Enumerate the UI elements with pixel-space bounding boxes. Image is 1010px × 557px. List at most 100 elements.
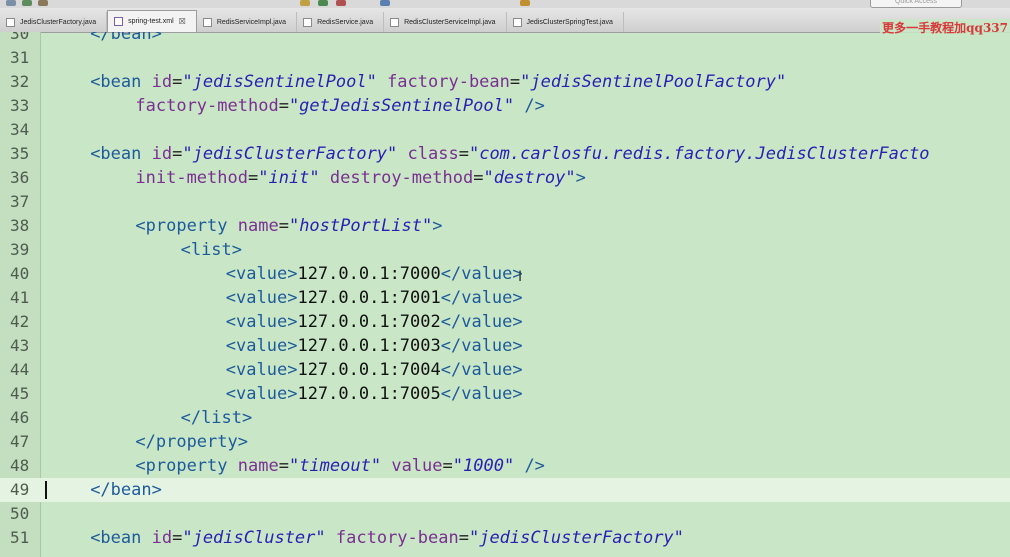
- quick-access-field[interactable]: Quick Access: [870, 0, 962, 8]
- code-token: </property>: [135, 432, 248, 452]
- code-token: />: [524, 96, 545, 116]
- editor-tab[interactable]: RedisClusterServiceImpl.java: [384, 12, 507, 32]
- code-token: =: [172, 72, 183, 92]
- code-line[interactable]: 44 <value>127.0.0.1:7004</value>: [0, 358, 1010, 382]
- editor-tab[interactable]: JedisClusterSpringTest.java: [507, 12, 624, 32]
- close-tab-icon[interactable]: ☒: [179, 17, 186, 26]
- editor-tab[interactable]: spring-test.xml ☒: [107, 10, 197, 32]
- code-token: <value>: [225, 336, 298, 356]
- code-line[interactable]: 31: [0, 46, 1010, 70]
- code-token: <value>: [225, 288, 298, 308]
- code-line[interactable]: 42 <value>127.0.0.1:7002</value>: [0, 310, 1010, 334]
- code-text: </bean>: [90, 478, 162, 502]
- code-line[interactable]: 38 <property name="hostPortList">: [0, 214, 1010, 238]
- code-text: <property name="timeout" value="1000" />: [135, 454, 545, 478]
- line-number: 31: [10, 48, 30, 67]
- code-token: <bean: [90, 144, 152, 164]
- tab-label: spring-test.xml: [128, 18, 174, 25]
- code-token: </value>: [440, 312, 523, 332]
- code-token: "jedisClusterFactory": [182, 144, 398, 164]
- line-number: 44: [10, 360, 30, 379]
- line-number: 43: [10, 336, 30, 355]
- java-file-icon: [303, 17, 313, 27]
- code-token: 127.0.0.1:7004: [297, 360, 441, 380]
- toolbar-tool-icon[interactable]: [300, 0, 310, 6]
- code-token: <property: [135, 216, 238, 236]
- code-token: =: [278, 96, 289, 116]
- code-text: <value>127.0.0.1:7000</value>: [226, 262, 523, 286]
- code-token: "getJedisSentinelPool": [288, 96, 515, 116]
- code-token: </bean>: [90, 480, 162, 500]
- code-token: factory-bean: [335, 528, 459, 548]
- code-token: id: [151, 144, 173, 164]
- code-token: "1000": [452, 456, 515, 476]
- code-line[interactable]: 39 <list>: [0, 238, 1010, 262]
- code-text: <value>127.0.0.1:7005</value>: [226, 382, 523, 406]
- code-line[interactable]: 32 <bean id="jedisSentinelPool" factory-b…: [0, 70, 1010, 94]
- code-token: =: [509, 72, 521, 92]
- line-number: 39: [10, 240, 30, 259]
- java-file-icon: [6, 17, 15, 27]
- code-token: </bean>: [90, 32, 162, 44]
- toolbar-tool-icon[interactable]: [38, 0, 48, 6]
- code-text: <bean id="jedisSentinelPool" factory-bea…: [90, 70, 786, 94]
- code-line[interactable]: 35 <bean id="jedisClusterFactory" class="…: [0, 142, 1010, 166]
- code-token: =: [473, 168, 484, 188]
- line-number: 41: [10, 288, 30, 307]
- code-token: "jedisCluster": [182, 528, 326, 548]
- code-token: factory-bean: [387, 72, 510, 92]
- code-line[interactable]: 37: [0, 190, 1010, 214]
- code-token: =: [442, 456, 453, 476]
- toolbar-tool-icon[interactable]: [336, 0, 346, 6]
- java-file-icon: [202, 17, 212, 27]
- code-text: init-method="init" destroy-method="destr…: [135, 166, 585, 190]
- toolbar-tool-icon[interactable]: [22, 0, 32, 6]
- code-line[interactable]: 41 <value>127.0.0.1:7001</value>: [0, 286, 1010, 310]
- code-token: name: [237, 456, 279, 476]
- code-token: factory-method: [135, 96, 279, 116]
- code-token: >: [432, 216, 443, 236]
- code-line[interactable]: 40 <value>127.0.0.1:7000</value>: [0, 262, 1010, 286]
- code-token: init-method: [135, 168, 248, 188]
- code-line[interactable]: 50: [0, 502, 1010, 526]
- code-line[interactable]: 36 init-method="init" destroy-method="des…: [0, 166, 1010, 190]
- code-token: name: [237, 216, 279, 236]
- editor-tab[interactable]: RedisService.java: [297, 12, 385, 32]
- editor-tab[interactable]: JedisClusterFactory.java: [0, 12, 108, 32]
- code-line[interactable]: 48 <property name="timeout" value="1000" …: [0, 454, 1010, 478]
- code-token: 127.0.0.1:7005: [297, 384, 441, 404]
- code-token: "destroy": [483, 168, 576, 188]
- code-text: <value>127.0.0.1:7003</value>: [226, 334, 523, 358]
- code-line[interactable]: 51 <bean id="jedisCluster" factory-bean="…: [0, 526, 1010, 550]
- code-token: </value>: [440, 288, 523, 308]
- line-number: 40: [10, 264, 30, 283]
- code-line[interactable]: 45 <value>127.0.0.1:7005</value>: [0, 382, 1010, 406]
- code-token: <value>: [225, 312, 298, 332]
- toolbar-tool-icon[interactable]: [520, 0, 530, 6]
- run-icon[interactable]: [318, 0, 328, 6]
- code-text: <value>127.0.0.1:7001</value>: [226, 286, 523, 310]
- toolbar-tool-icon[interactable]: [6, 0, 16, 6]
- code-line[interactable]: 30 </bean>: [0, 32, 1010, 46]
- code-token: =: [458, 528, 469, 548]
- java-file-icon: [512, 17, 522, 27]
- code-line[interactable]: 33 factory-method="getJedisSentinelPool" …: [0, 94, 1010, 118]
- main-toolbar: Quick Access: [0, 0, 1010, 8]
- code-line[interactable]: 34: [0, 118, 1010, 142]
- code-token: 127.0.0.1:7003: [297, 336, 441, 356]
- code-line[interactable]: 43 <value>127.0.0.1:7003</value>: [0, 334, 1010, 358]
- code-line[interactable]: 49 </bean>: [0, 478, 1010, 502]
- editor-tab[interactable]: RedisServiceImpl.java: [197, 12, 298, 32]
- toolbar-tool-icon[interactable]: [380, 0, 390, 6]
- code-token: <value>: [225, 360, 298, 380]
- code-line[interactable]: 46 </list>: [0, 406, 1010, 430]
- code-token: >: [575, 168, 586, 188]
- code-line[interactable]: 47 </property>: [0, 430, 1010, 454]
- code-token: destroy-method: [329, 168, 474, 188]
- code-editor[interactable]: 30 </bean> 31 32 <bean id="jedisSentinelPool…: [0, 32, 1010, 557]
- code-text: <list>: [181, 238, 242, 262]
- line-number: 35: [10, 144, 30, 163]
- line-number: 33: [10, 96, 30, 115]
- tab-label: RedisServiceImpl.java: [216, 18, 287, 26]
